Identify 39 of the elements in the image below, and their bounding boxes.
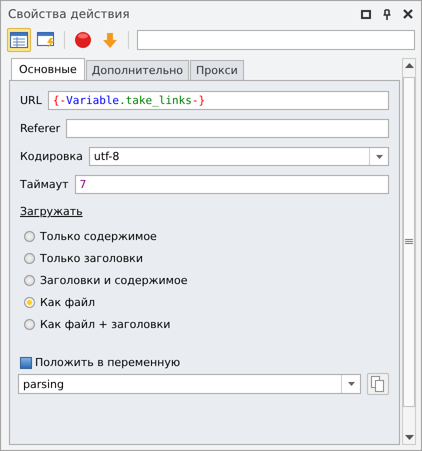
caret-icon [376,154,382,158]
tab[interactable]: Прокси [190,60,244,80]
encoding-dropdown[interactable]: utf-8 [88,147,389,166]
tab[interactable]: Дополнительно [86,60,189,80]
caret-icon [348,382,354,386]
section-label: Загружать [20,205,83,218]
stop-icon [74,31,92,49]
input-field[interactable]: 7 [74,175,389,194]
input-field[interactable] [66,119,389,138]
copy-icon [371,376,385,392]
input-field[interactable]: {-Variable.take_links-} [48,91,389,110]
field-label: Referer [20,122,60,135]
copy-button[interactable] [367,373,389,395]
radio-option[interactable]: Только заголовки [24,250,389,266]
radio-option[interactable]: Как файл + заголовки [24,316,389,332]
scroll-down-icon[interactable] [404,435,414,440]
toolbar-input[interactable] [137,30,415,50]
variable-label: Положить в переменную [35,356,180,369]
scroll-thumb[interactable] [403,76,415,406]
square-icon [20,356,32,368]
table-icon [10,32,28,48]
field-label: Кодировка [20,150,83,163]
window-title: Свойства действия [8,7,130,21]
field-label: Таймаут [20,178,69,191]
window-lightning-icon [36,32,56,48]
close-icon[interactable] [403,9,413,19]
down-arrow-icon [102,32,118,48]
variable-dropdown[interactable]: parsing [18,374,361,394]
field-label: URL [20,94,42,107]
table-view-button[interactable] [7,28,31,52]
scroll-up-icon[interactable] [404,63,414,68]
grip-icon [405,238,413,244]
scrollbar[interactable] [402,58,416,445]
maximize-icon[interactable] [361,10,371,18]
tab[interactable]: Основные [11,58,85,80]
radio-option[interactable]: Только содержимое [24,228,389,244]
pin-icon[interactable] [383,8,391,20]
radio-option[interactable]: Как файл [24,294,389,310]
radio-option[interactable]: Заголовки и содержимое [24,272,389,288]
